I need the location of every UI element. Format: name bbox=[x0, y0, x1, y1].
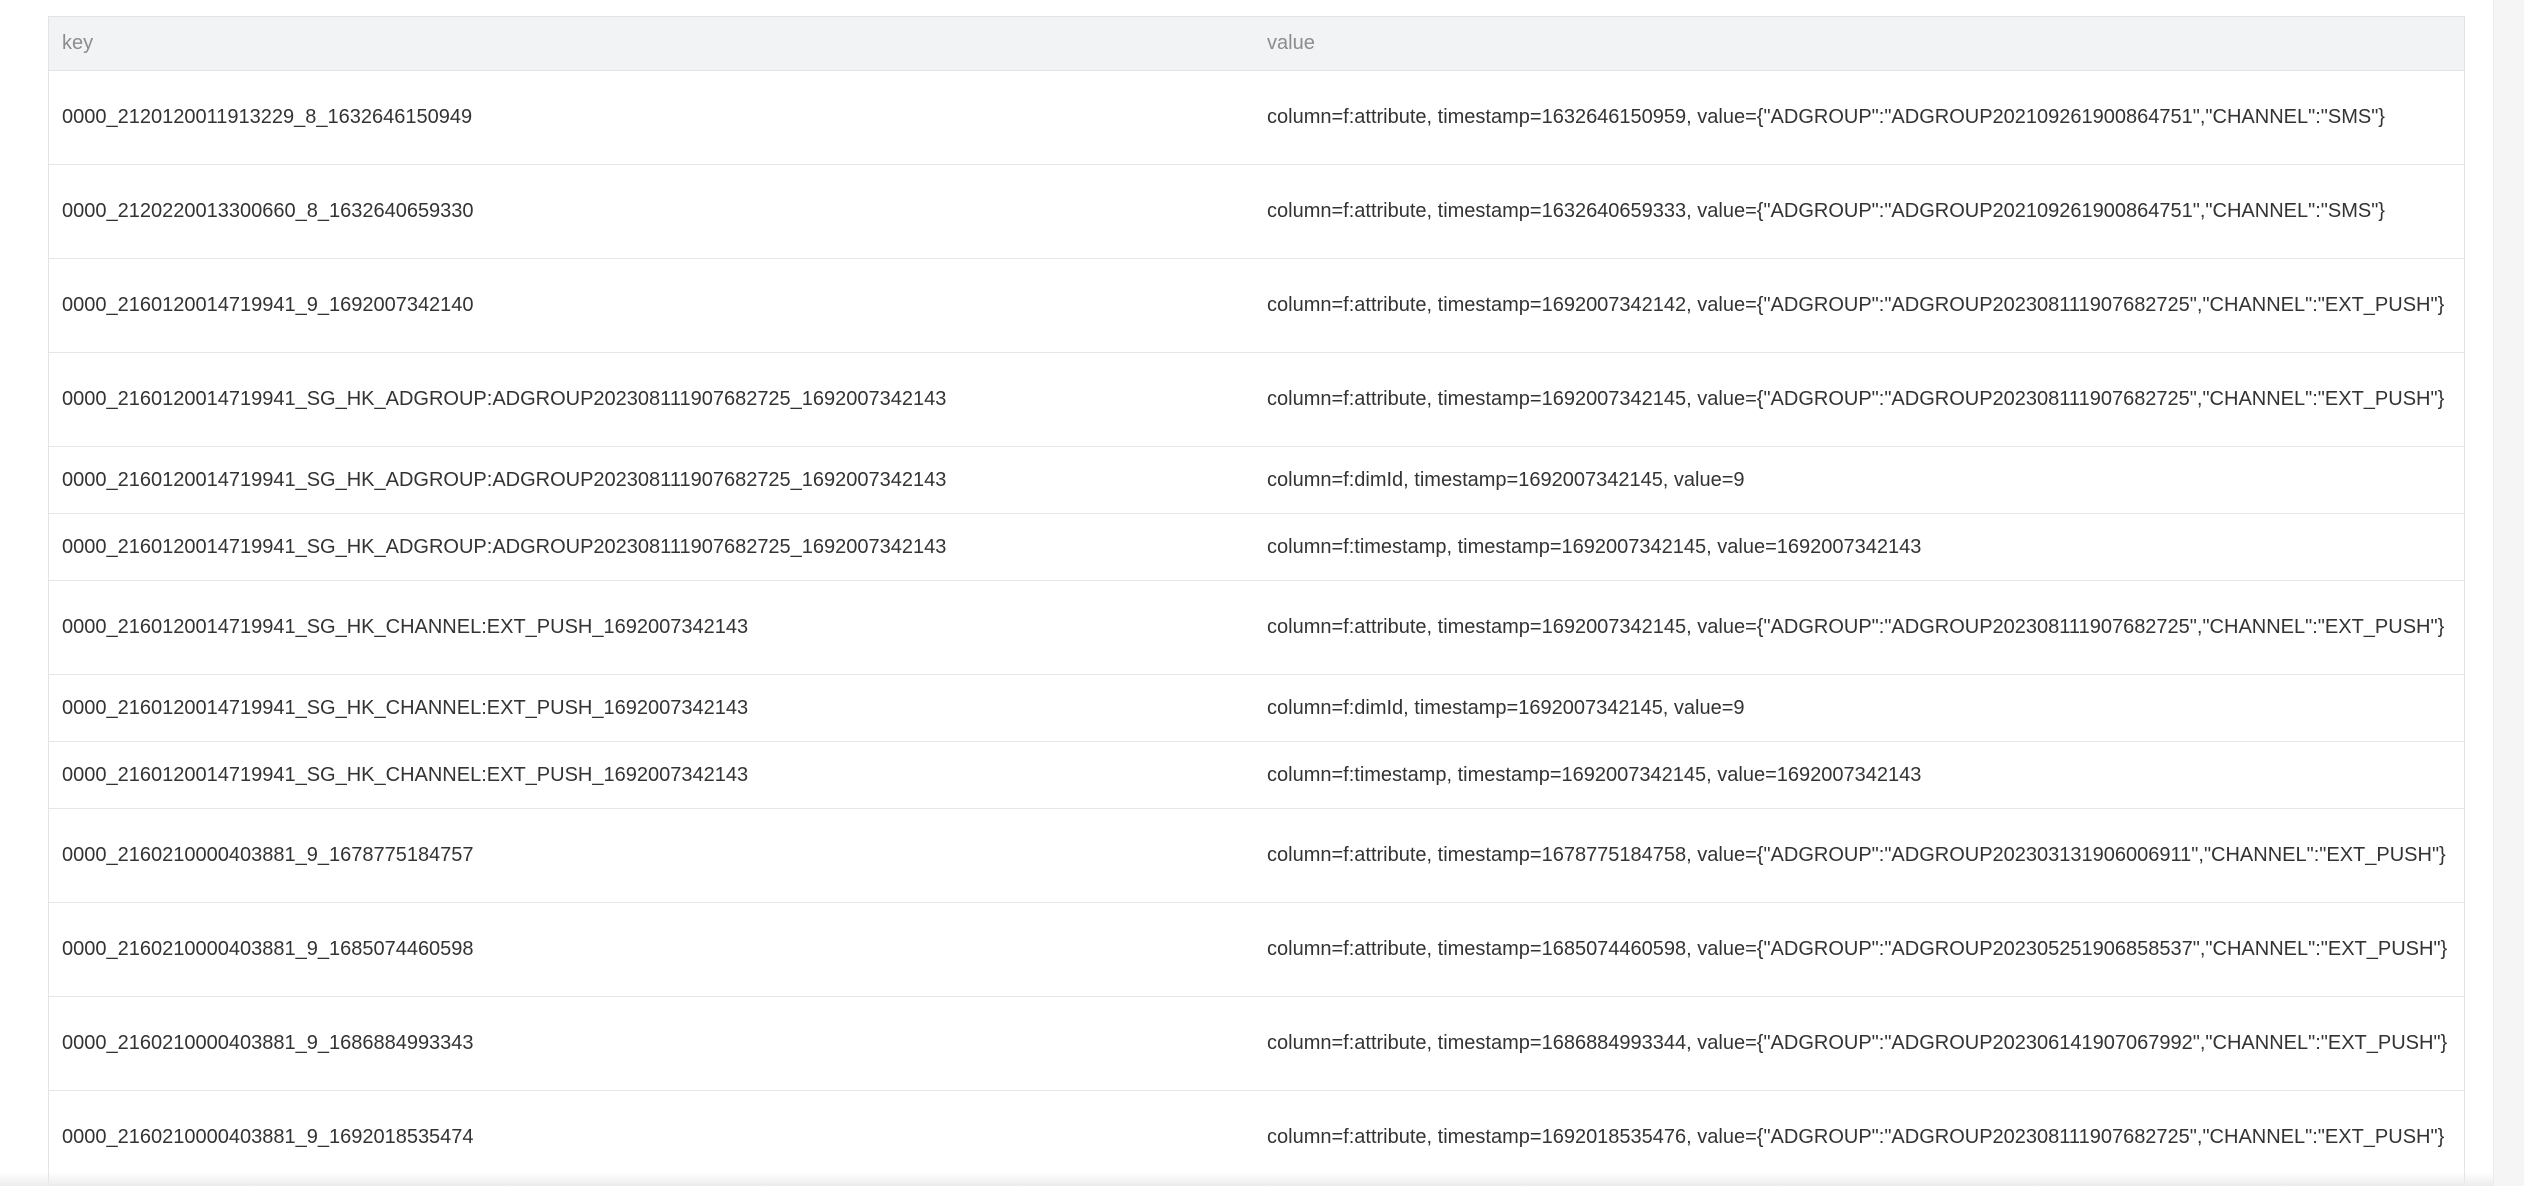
page: key value 0000_2120120011913229_8_163264… bbox=[0, 0, 2524, 1186]
row-key-cell: 0000_2160120014719941_9_1692007342140 bbox=[49, 258, 1254, 353]
table-row[interactable]: 0000_2160210000403881_9_1686884993343 col… bbox=[49, 996, 2464, 1091]
results-table: key value 0000_2120120011913229_8_163264… bbox=[49, 17, 2464, 1185]
table-row[interactable]: 0000_2160120014719941_9_1692007342140 col… bbox=[49, 258, 2464, 353]
row-key-cell: 0000_2160120014719941_SG_HK_ADGROUP:ADGR… bbox=[49, 446, 1254, 514]
table-row[interactable]: 0000_2120120011913229_8_1632646150949 col… bbox=[49, 70, 2464, 165]
row-value-cell: column=f:attribute, timestamp=1692007342… bbox=[1254, 580, 2464, 675]
table-row[interactable]: 0000_2160120014719941_SG_HK_CHANNEL:EXT_… bbox=[49, 674, 2464, 742]
table-row[interactable]: 0000_2160210000403881_9_1685074460598 col… bbox=[49, 902, 2464, 997]
row-value-cell: column=f:dimId, timestamp=1692007342145,… bbox=[1254, 446, 2464, 514]
row-key-cell: 0000_2160210000403881_9_1686884993343 bbox=[49, 996, 1254, 1091]
table-row[interactable]: 0000_2160120014719941_SG_HK_ADGROUP:ADGR… bbox=[49, 446, 2464, 514]
row-value-cell: column=f:dimId, timestamp=1692007342145,… bbox=[1254, 674, 2464, 742]
row-value-cell: column=f:attribute, timestamp=1678775184… bbox=[1254, 808, 2464, 903]
row-value-cell: column=f:timestamp, timestamp=1692007342… bbox=[1254, 741, 2464, 809]
header-row: key value bbox=[49, 17, 2464, 71]
table-row[interactable]: 0000_2160120014719941_SG_HK_CHANNEL:EXT_… bbox=[49, 741, 2464, 809]
row-key-cell: 0000_2160210000403881_9_1685074460598 bbox=[49, 902, 1254, 997]
table-row[interactable]: 0000_2160120014719941_SG_HK_ADGROUP:ADGR… bbox=[49, 513, 2464, 581]
value-column-header[interactable]: value bbox=[1254, 17, 2464, 71]
table-row[interactable]: 0000_2160120014719941_SG_HK_ADGROUP:ADGR… bbox=[49, 352, 2464, 447]
table-row[interactable]: 0000_2160210000403881_9_1692018535474 col… bbox=[49, 1090, 2464, 1185]
row-value-cell: column=f:attribute, timestamp=1632640659… bbox=[1254, 164, 2464, 259]
row-value-cell: column=f:attribute, timestamp=1692018535… bbox=[1254, 1090, 2464, 1185]
row-value-cell: column=f:attribute, timestamp=1692007342… bbox=[1254, 352, 2464, 447]
row-key-cell: 0000_2160210000403881_9_1692018535474 bbox=[49, 1090, 1254, 1185]
row-value-cell: column=f:attribute, timestamp=1692007342… bbox=[1254, 258, 2464, 353]
results-table-container: key value 0000_2120120011913229_8_163264… bbox=[48, 16, 2465, 1185]
row-key-cell: 0000_2120120011913229_8_1632646150949 bbox=[49, 70, 1254, 165]
row-value-cell: column=f:attribute, timestamp=1686884993… bbox=[1254, 996, 2464, 1091]
row-key-cell: 0000_2120220013300660_8_1632640659330 bbox=[49, 164, 1254, 259]
table-header: key value bbox=[49, 17, 2464, 71]
row-key-cell: 0000_2160120014719941_SG_HK_ADGROUP:ADGR… bbox=[49, 513, 1254, 581]
table-row[interactable]: 0000_2160210000403881_9_1678775184757 col… bbox=[49, 808, 2464, 903]
table-row[interactable]: 0000_2160120014719941_SG_HK_CHANNEL:EXT_… bbox=[49, 580, 2464, 675]
row-value-cell: column=f:attribute, timestamp=1685074460… bbox=[1254, 902, 2464, 997]
key-column-header[interactable]: key bbox=[49, 17, 1254, 71]
row-key-cell: 0000_2160120014719941_SG_HK_CHANNEL:EXT_… bbox=[49, 674, 1254, 742]
row-key-cell: 0000_2160120014719941_SG_HK_CHANNEL:EXT_… bbox=[49, 580, 1254, 675]
table-row[interactable]: 0000_2120220013300660_8_1632640659330 col… bbox=[49, 164, 2464, 259]
vertical-scrollbar[interactable] bbox=[2493, 0, 2524, 1186]
row-key-cell: 0000_2160120014719941_SG_HK_CHANNEL:EXT_… bbox=[49, 741, 1254, 809]
row-key-cell: 0000_2160210000403881_9_1678775184757 bbox=[49, 808, 1254, 903]
row-value-cell: column=f:attribute, timestamp=1632646150… bbox=[1254, 70, 2464, 165]
table-body: 0000_2120120011913229_8_1632646150949 col… bbox=[49, 70, 2464, 1185]
row-value-cell: column=f:timestamp, timestamp=1692007342… bbox=[1254, 513, 2464, 581]
row-key-cell: 0000_2160120014719941_SG_HK_ADGROUP:ADGR… bbox=[49, 352, 1254, 447]
